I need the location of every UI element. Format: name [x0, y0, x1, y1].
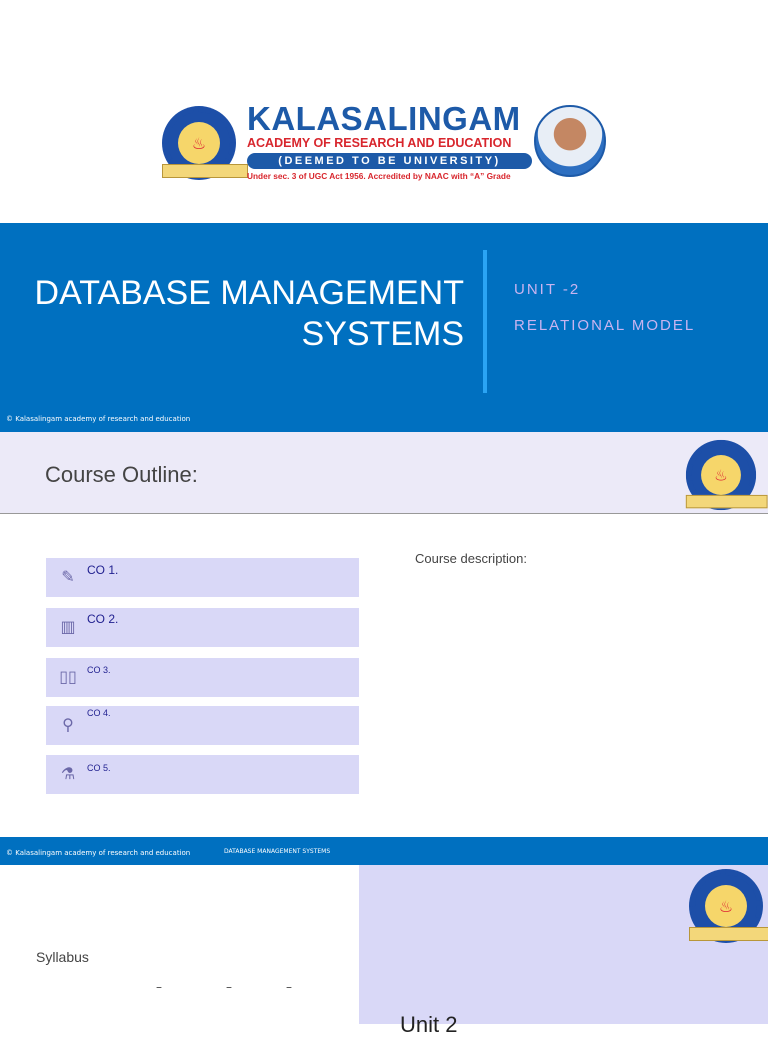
footer-copyright: © Kalasalingam academy of research and e…	[6, 849, 191, 857]
brand-subtitle: ACADEMY OF RESEARCH AND EDUCATION	[247, 136, 512, 150]
founder-photo	[534, 105, 606, 177]
co-item-4: ⚲ CO 4.	[46, 706, 359, 745]
co-label: CO 4.	[87, 708, 111, 718]
dash: –	[226, 980, 232, 994]
microscope-icon: ⚲	[62, 715, 74, 734]
co-item-1: ✎ CO 1.	[46, 558, 359, 597]
co-item-5: ⚗ CO 5.	[46, 755, 359, 794]
university-seal: ♨	[162, 106, 248, 180]
course-description-label: Course description:	[415, 551, 527, 566]
slide-title: DATABASE MANAGEMENT SYSTEMS	[35, 273, 464, 355]
syllabus-label: Syllabus	[36, 949, 89, 965]
beaker-icon: ▥	[60, 617, 76, 636]
co-item-2: ▥ CO 2.	[46, 608, 359, 647]
dash: –	[286, 980, 292, 994]
copyright: © Kalasalingam academy of research and e…	[6, 415, 191, 423]
outline-heading: Course Outline:	[45, 462, 198, 487]
divider	[483, 250, 487, 393]
title-line-2: SYSTEMS	[301, 315, 464, 353]
dash: –	[156, 980, 162, 994]
title-banner: DATABASE MANAGEMENT SYSTEMS UNIT -2 RELA…	[0, 223, 768, 432]
co-item-3: ▯▯ CO 3.	[46, 658, 359, 697]
slide-footer: © Kalasalingam academy of research and e…	[0, 837, 768, 865]
co-label: CO 1.	[87, 563, 119, 577]
unit-label: UNIT -2	[514, 281, 581, 298]
pencil-icon: ✎	[61, 567, 75, 586]
university-seal: ♨	[685, 439, 768, 511]
co-label: CO 2.	[87, 612, 119, 626]
brand-accreditation: Under sec. 3 of UGC Act 1956. Accredited…	[247, 171, 511, 181]
brand-name: KALASALINGAM	[247, 100, 521, 137]
topic-label: RELATIONAL MODEL	[514, 317, 696, 334]
outline-header: Course Outline: ♨	[0, 432, 768, 514]
flask-icon: ⚗	[60, 764, 76, 783]
book-icon: ▯▯	[59, 667, 77, 686]
co-label: CO 3.	[87, 665, 111, 675]
footer-course: DATABASE MANAGEMENT SYSTEMS	[224, 848, 331, 855]
syllabus-panel: ♨	[359, 865, 768, 1024]
co-label: CO 5.	[87, 763, 111, 773]
brand-deemed: (DEEMED TO BE UNIVERSITY)	[247, 153, 532, 169]
university-seal: ♨	[689, 869, 768, 943]
brand-text: KALASALINGAM ACADEMY OF RESEARCH AND EDU…	[247, 102, 532, 181]
university-logo-banner: ♨ KALASALINGAM ACADEMY OF RESEARCH AND E…	[162, 102, 607, 182]
unit-heading: Unit 2	[400, 1012, 458, 1037]
title-line-1: DATABASE MANAGEMENT	[34, 274, 464, 312]
